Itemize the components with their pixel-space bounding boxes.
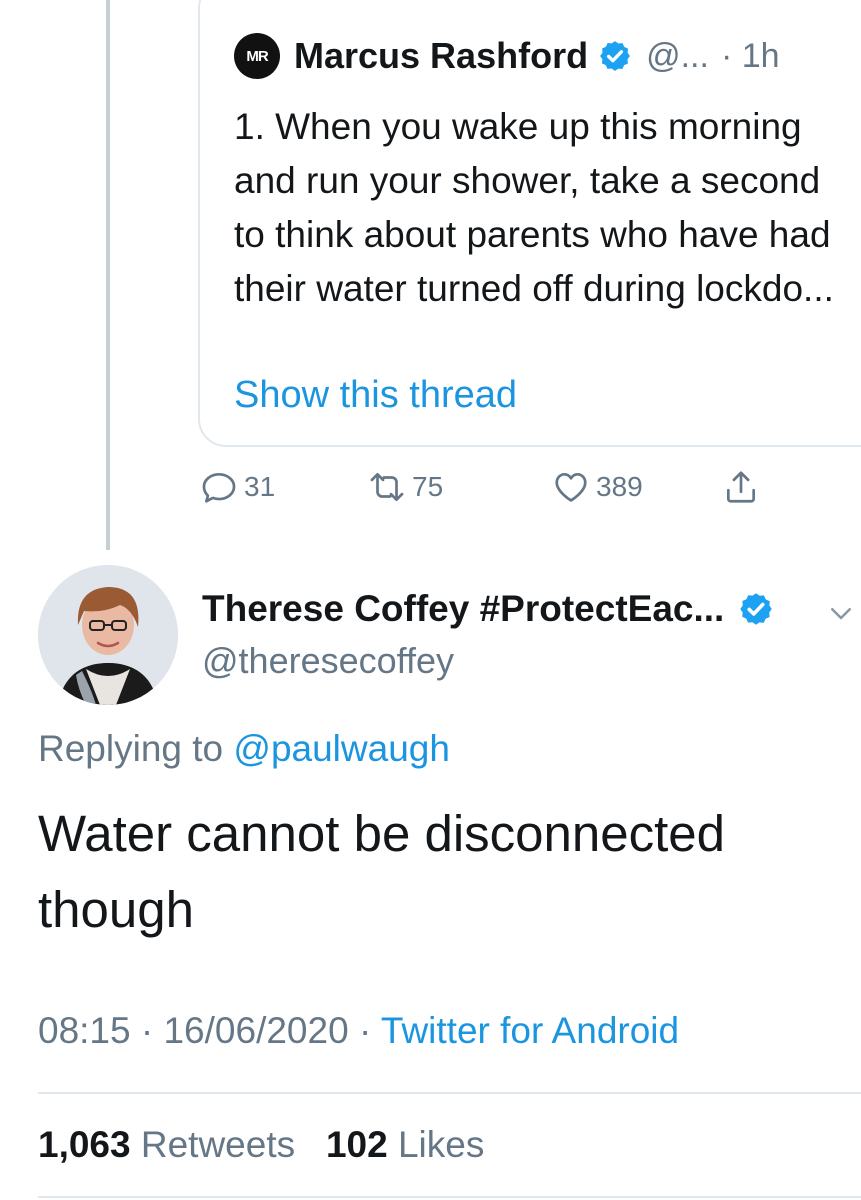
divider xyxy=(38,1196,861,1198)
show-thread-link[interactable]: Show this thread xyxy=(234,374,517,417)
share-icon xyxy=(726,471,756,503)
retweet-icon xyxy=(370,472,404,502)
tweet-source-link[interactable]: Twitter for Android xyxy=(381,1010,679,1051)
author-display-name[interactable]: Therese Coffey #ProtectEac... xyxy=(202,588,724,630)
tweet-actions: 31 75 389 xyxy=(0,468,861,518)
retweet-count: 75 xyxy=(412,471,444,502)
tweet-author-handle[interactable]: @theresecoffey xyxy=(202,640,454,682)
tweet-text: Water cannot be disconnected though xyxy=(38,805,726,938)
likes-label: Likes xyxy=(397,1124,485,1165)
retweets-label: Retweets xyxy=(140,1124,296,1165)
quoted-tweet-text: 1. When you wake up this morning and run… xyxy=(234,106,834,309)
reply-icon xyxy=(202,472,236,503)
replying-to-line: Replying to @paulwaugh xyxy=(38,728,450,770)
profile-photo-icon xyxy=(38,565,178,705)
avatar[interactable] xyxy=(38,565,178,705)
divider xyxy=(38,1092,861,1094)
tweet-time: 08:15 xyxy=(38,1010,131,1051)
chevron-down-icon[interactable] xyxy=(826,598,856,628)
tweet-date: 16/06/2020 xyxy=(163,1010,349,1051)
replying-to-link[interactable]: @paulwaugh xyxy=(233,728,450,769)
likes-stat[interactable]: 102 Likes xyxy=(326,1124,484,1165)
like-count: 389 xyxy=(596,471,643,502)
quoted-tweet-time[interactable]: · 1h xyxy=(721,37,780,76)
quoted-author-name[interactable]: Marcus Rashford xyxy=(294,35,588,77)
quoted-author-handle[interactable]: @... xyxy=(646,37,709,76)
like-button[interactable]: 389 xyxy=(552,468,643,506)
tweet-author-name[interactable]: Therese Coffey #ProtectEac... xyxy=(202,588,774,630)
tweet-stats: 1,063 Retweets 102 Likes xyxy=(38,1124,484,1166)
verified-badge-icon xyxy=(740,593,773,625)
replying-to-prefix: Replying to xyxy=(38,728,224,769)
retweet-total: 1,063 xyxy=(38,1124,131,1165)
separator-dot: · xyxy=(358,1010,372,1051)
separator-dot: · xyxy=(140,1010,154,1051)
author-logo[interactable]: MR xyxy=(234,33,280,79)
retweets-stat[interactable]: 1,063 Retweets xyxy=(38,1124,295,1165)
heart-icon xyxy=(555,472,587,502)
reply-count: 31 xyxy=(244,471,276,502)
share-button[interactable] xyxy=(722,468,766,506)
quoted-tweet-header: MR Marcus Rashford @... · 1h xyxy=(234,33,780,79)
verified-badge-icon xyxy=(600,41,630,71)
tweet-meta: 08:15 · 16/06/2020 · Twitter for Android xyxy=(38,1010,679,1052)
like-total: 102 xyxy=(325,1124,388,1165)
retweet-button[interactable]: 75 xyxy=(368,468,443,506)
reply-button[interactable]: 31 xyxy=(200,468,275,506)
